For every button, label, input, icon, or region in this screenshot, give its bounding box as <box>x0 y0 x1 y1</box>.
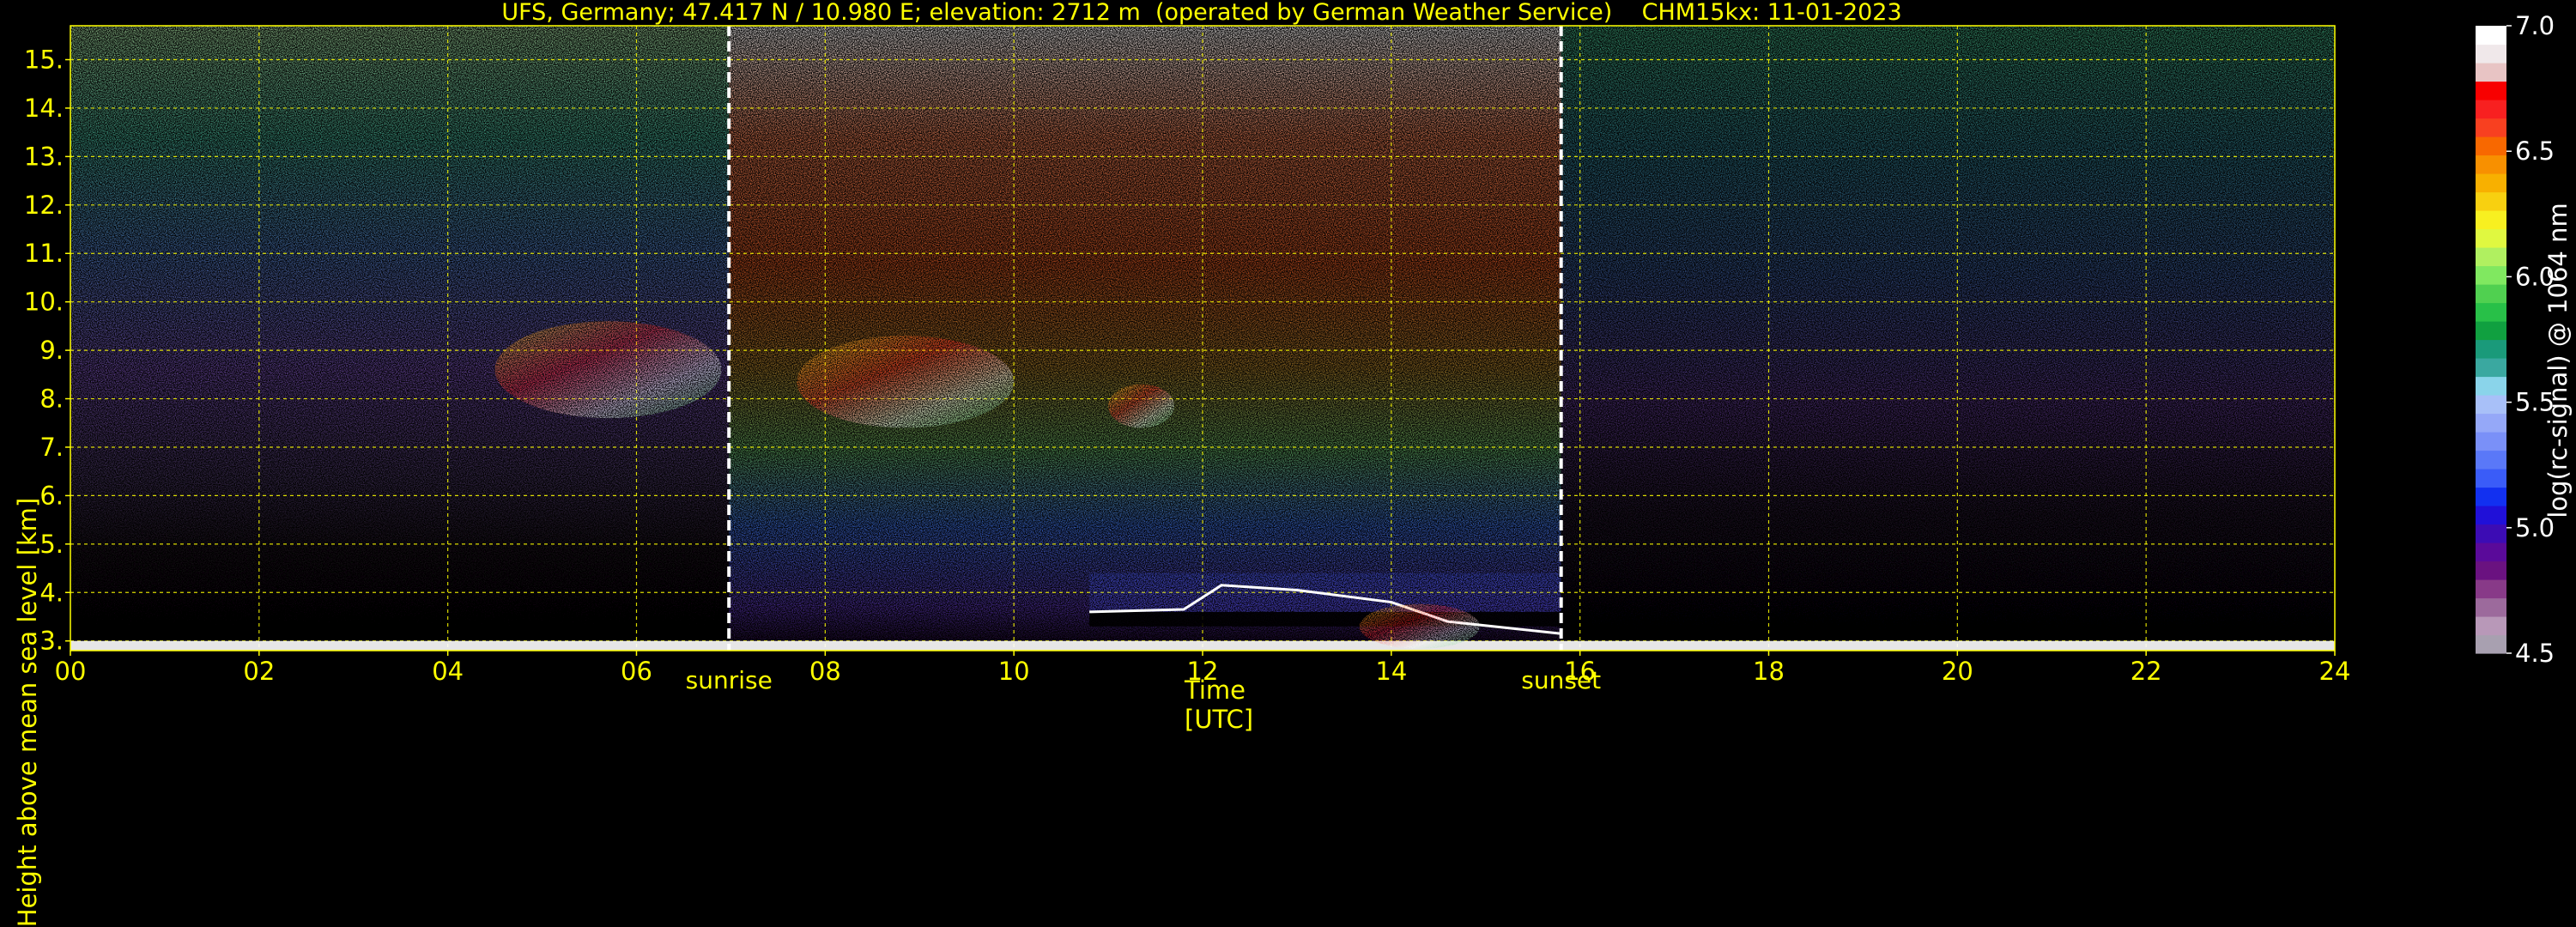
colorbar-segment <box>2476 469 2506 488</box>
colorbar-segment <box>2476 376 2506 396</box>
colorbar-segment <box>2476 395 2506 415</box>
colorbar-tick-label: 4.5 <box>2515 639 2555 668</box>
colorbar-segment <box>2476 136 2506 156</box>
x-tick-label: 14 <box>1375 657 1407 686</box>
colorbar-segment <box>2476 210 2506 230</box>
y-tick-label: 12. <box>24 191 64 220</box>
signal-daytime <box>729 26 1561 651</box>
x-tick-label: 08 <box>809 657 841 686</box>
boundary-layer-plume <box>1359 603 1480 649</box>
colorbar-segment <box>2476 487 2506 506</box>
colorbar-segment <box>2476 634 2506 654</box>
y-tick-label: 15. <box>24 45 64 75</box>
colorbar-segment <box>2476 284 2506 304</box>
x-axis-label: Time [UTC] <box>1185 676 1254 734</box>
ceilometer-chart: 00 02 04 06 08 10 12 14 16 18 20 22 243.4.5.6.7.8.9.… <box>24 11 2555 686</box>
colorbar-segment <box>2476 26 2506 45</box>
colorbar-segment <box>2476 524 2506 543</box>
cirrus-feature-3 <box>797 336 1015 428</box>
x-tick-label: 20 <box>1942 657 1973 686</box>
y-tick-label: 13. <box>24 142 64 171</box>
y-tick-label: 9. <box>39 336 64 365</box>
colorbar-segment <box>2476 579 2506 599</box>
boundary-layer-base <box>1089 611 1561 627</box>
y-tick-label: 3. <box>39 627 64 656</box>
x-tick-label: 02 <box>243 657 275 686</box>
signal-night-evening <box>1561 26 2335 651</box>
y-axis-label: Height above mean sea level [km] <box>13 497 42 927</box>
colorbar-segment <box>2476 321 2506 341</box>
cirrus-feature-2 <box>494 321 722 419</box>
colorbar-segment <box>2476 432 2506 451</box>
colorbar-segment <box>2476 302 2506 322</box>
colorbar-label: log(rc-signal) @ 1064 nm <box>2543 203 2573 518</box>
colorbar-segment <box>2476 339 2506 359</box>
colorbar-tick-label: 6.5 <box>2515 136 2555 166</box>
colorbar-tick-label: 7.0 <box>2515 11 2555 40</box>
colorbar-segment <box>2476 560 2506 580</box>
surface-signal-band <box>70 640 2335 651</box>
x-tick-label: 04 <box>432 657 464 686</box>
colorbar-segment <box>2476 154 2506 174</box>
colorbar-segment <box>2476 63 2506 82</box>
x-tick-label: 24 <box>2319 657 2351 686</box>
colorbar-segment <box>2476 597 2506 617</box>
colorbar-segment <box>2476 44 2506 64</box>
x-tick-label: 00 <box>55 657 87 686</box>
colorbar-segment <box>2476 173 2506 193</box>
y-tick-label: 5. <box>39 530 64 559</box>
colorbar-segment <box>2476 100 2506 119</box>
sunrise-label: sunrise <box>685 666 773 694</box>
y-tick-label: 10. <box>24 288 64 317</box>
colorbar-segment <box>2476 265 2506 285</box>
colorbar-segment <box>2476 81 2506 100</box>
cirrus-feature-4 <box>1108 384 1175 428</box>
colorbar-segment <box>2476 247 2506 267</box>
colorbar-segment <box>2476 191 2506 211</box>
colorbar-segment <box>2476 228 2506 248</box>
x-tick-label: 22 <box>2131 657 2162 686</box>
colorbar-segment <box>2476 450 2506 470</box>
x-tick-label: 10 <box>998 657 1030 686</box>
y-tick-label: 8. <box>39 385 64 414</box>
x-tick-label: 18 <box>1753 657 1785 686</box>
y-tick-label: 14. <box>24 94 64 123</box>
y-tick-label: 6. <box>39 481 64 510</box>
colorbar-segment <box>2476 358 2506 378</box>
colorbar-segment <box>2476 542 2506 562</box>
sunset-label: sunset <box>1521 666 1602 694</box>
colorbar-segment <box>2476 118 2506 137</box>
colorbar-segment <box>2476 616 2506 636</box>
y-tick-label: 11. <box>24 239 64 268</box>
y-tick-label: 4. <box>39 578 64 607</box>
colorbar-segment <box>2476 506 2506 525</box>
y-tick-label: 7. <box>39 433 64 462</box>
x-tick-label: 06 <box>621 657 652 686</box>
colorbar-segment <box>2476 413 2506 433</box>
